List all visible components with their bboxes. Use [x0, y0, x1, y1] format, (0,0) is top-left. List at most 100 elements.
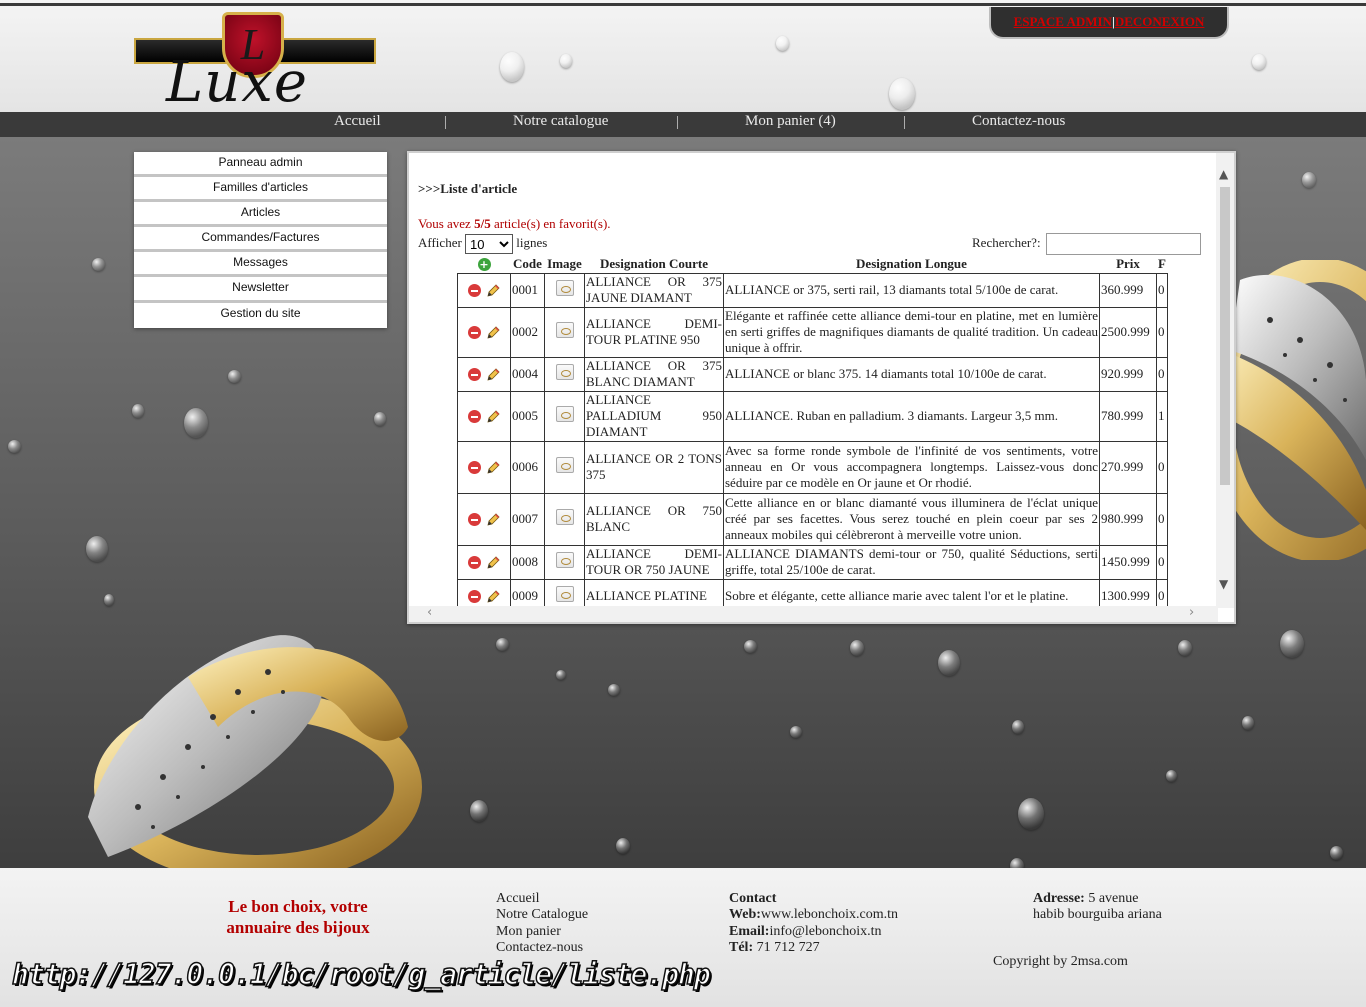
- row-actions: [457, 390, 511, 442]
- cell-price: 780.999: [1099, 390, 1157, 442]
- footer-copyright: Copyright by 2msa.com: [993, 954, 1128, 969]
- nav-panier[interactable]: Mon panier (4): [745, 113, 836, 130]
- cell-image: [544, 356, 585, 392]
- horizontal-scrollbar[interactable]: ‹ ›: [409, 605, 1218, 622]
- product-thumbnail[interactable]: [555, 322, 574, 338]
- contact-web[interactable]: www.lebonchoix.com.tn: [761, 907, 898, 922]
- site-logo[interactable]: L Luxe: [132, 12, 378, 115]
- cell-price: 980.999: [1099, 492, 1157, 546]
- cell-short-designation: ALLIANCE OR 2 TONS 375: [584, 440, 724, 494]
- scroll-up-icon[interactable]: ▲: [1219, 167, 1228, 181]
- edit-pencil-icon[interactable]: [485, 555, 501, 571]
- sidebar-item-gestion-site[interactable]: Gestion du site: [134, 302, 387, 328]
- cell-long-designation: ALLIANCE DIAMANTS demi-tour or 750, qual…: [723, 544, 1100, 580]
- edit-pencil-icon[interactable]: [485, 325, 501, 341]
- espace-admin-link[interactable]: ESPACE ADMIN: [1014, 14, 1112, 29]
- scroll-thumb[interactable]: [1220, 187, 1230, 485]
- cell-long-designation: ALLIANCE or blanc 375. 14 diamants total…: [723, 356, 1100, 392]
- column-header[interactable]: Code: [511, 255, 545, 273]
- vertical-scrollbar[interactable]: ▲ ▼: [1216, 153, 1234, 608]
- contact-email[interactable]: info@lebonchoix.tn: [769, 924, 881, 939]
- delete-icon[interactable]: [467, 368, 481, 381]
- cell-long-designation: Avec sa forme ronde symbole de l'infinit…: [723, 440, 1100, 494]
- column-header[interactable]: Designation Courte: [585, 255, 724, 273]
- cell-flag: 0: [1156, 272, 1168, 308]
- contact-title: Contact: [729, 891, 777, 906]
- footer-link-catalogue[interactable]: Notre Catalogue: [496, 907, 588, 923]
- scroll-down-icon[interactable]: ▼: [1219, 577, 1228, 591]
- cell-code: 0009: [510, 578, 545, 608]
- product-thumbnail[interactable]: [555, 457, 574, 473]
- product-thumbnail[interactable]: [555, 552, 574, 568]
- cell-long-designation: ALLIANCE. Ruban en palladium. 3 diamants…: [723, 390, 1100, 442]
- footer-contact: Contact Web:www.lebonchoix.com.tn Email:…: [729, 891, 899, 955]
- cell-code: 0007: [510, 492, 545, 546]
- table-row: 0004 ALLIANCE OR 375 BLANC DIAMANT ALLIANC…: [457, 356, 1168, 392]
- product-thumbnail[interactable]: [555, 364, 574, 380]
- delete-icon[interactable]: [467, 410, 481, 423]
- delete-icon[interactable]: [467, 556, 481, 569]
- sidebar-item-articles[interactable]: Articles: [134, 202, 387, 228]
- cell-code: 0008: [510, 544, 545, 580]
- column-header[interactable]: Image: [545, 255, 585, 273]
- scroll-right-icon[interactable]: ›: [1189, 605, 1194, 620]
- column-header[interactable]: Designation Longue: [724, 255, 1100, 273]
- cell-price: 360.999: [1099, 272, 1157, 308]
- sidebar-item-commandes[interactable]: Commandes/Factures: [134, 227, 387, 253]
- scroll-left-icon[interactable]: ‹: [427, 605, 432, 620]
- sidebar-item-newsletter[interactable]: Newsletter: [134, 277, 387, 303]
- column-header[interactable]: Prix: [1100, 255, 1157, 273]
- nav-separator: |: [903, 114, 907, 130]
- main-nav: Accueil | Notre catalogue | Mon panier (…: [0, 112, 1366, 137]
- product-thumbnail[interactable]: [555, 280, 574, 296]
- sidebar-item-panneau-admin[interactable]: Panneau admin: [134, 152, 387, 178]
- cell-code: 0002: [510, 306, 545, 358]
- product-thumbnail[interactable]: [555, 509, 574, 525]
- product-thumbnail[interactable]: [555, 586, 574, 602]
- nav-separator: |: [444, 114, 448, 130]
- edit-pencil-icon[interactable]: [485, 589, 501, 605]
- product-thumbnail[interactable]: [555, 406, 574, 422]
- delete-icon[interactable]: [467, 513, 481, 526]
- admin-tab: ESPACE ADMIN|DECONEXION: [989, 7, 1229, 39]
- contact-tel: 71 712 727: [753, 939, 820, 955]
- sidebar-item-familles[interactable]: Familles d'articles: [134, 177, 387, 203]
- table-row: 0001 ALLIANCE OR 375 JAUNE DIAMANT ALLIANC…: [457, 272, 1168, 308]
- edit-pencil-icon[interactable]: [485, 367, 501, 383]
- search-label: Rechercher?:: [972, 234, 1041, 250]
- delete-icon[interactable]: [467, 326, 481, 339]
- deconnexion-link[interactable]: DECONEXION: [1115, 14, 1205, 29]
- footer-link-panier[interactable]: Mon panier: [496, 924, 588, 940]
- sidebar-item-messages[interactable]: Messages: [134, 252, 387, 278]
- cell-long-designation: Elégante et raffinée cette alliance demi…: [723, 306, 1100, 358]
- article-table-body: 0001 ALLIANCE OR 375 JAUNE DIAMANT ALLIANC…: [457, 272, 1168, 608]
- column-header[interactable]: F: [1157, 255, 1168, 273]
- footer-links: Accueil Notre Catalogue Mon panier Conta…: [496, 891, 588, 956]
- nav-catalogue[interactable]: Notre catalogue: [513, 113, 608, 130]
- cell-price: 1450.999: [1099, 544, 1157, 580]
- edit-pencil-icon[interactable]: [485, 283, 501, 299]
- nav-accueil[interactable]: Accueil: [334, 113, 381, 130]
- search-input[interactable]: [1045, 233, 1201, 255]
- cell-flag: 0: [1156, 492, 1168, 546]
- nav-contact[interactable]: Contactez-nous: [972, 113, 1065, 130]
- page-length-select[interactable]: 10: [465, 234, 514, 254]
- cell-image: [544, 544, 585, 580]
- article-table-wrapper: + Code Image Designation Courte Designat…: [457, 255, 1219, 608]
- cell-image: [544, 306, 585, 358]
- delete-icon[interactable]: [467, 461, 481, 474]
- table-row: 0008 ALLIANCE DEMI-TOUR OR 750 JAUNE ALLIA…: [457, 544, 1168, 580]
- cell-image: [544, 492, 585, 546]
- cell-code: 0004: [510, 356, 545, 392]
- edit-pencil-icon[interactable]: [485, 512, 501, 528]
- edit-pencil-icon[interactable]: [485, 409, 501, 425]
- footer-link-contact[interactable]: Contactez-nous: [496, 940, 588, 956]
- footer-link-accueil[interactable]: Accueil: [496, 891, 588, 907]
- delete-icon[interactable]: [467, 590, 481, 603]
- delete-icon[interactable]: [467, 284, 481, 297]
- page-length-control: Afficher 10 lignes: [418, 234, 547, 254]
- add-article-icon[interactable]: +: [477, 257, 491, 271]
- edit-pencil-icon[interactable]: [485, 460, 501, 476]
- cell-flag: 0: [1156, 544, 1168, 580]
- table-row: 0005 ALLIANCE PALLADIUM 950 DIAMANT ALLIAN…: [457, 390, 1168, 442]
